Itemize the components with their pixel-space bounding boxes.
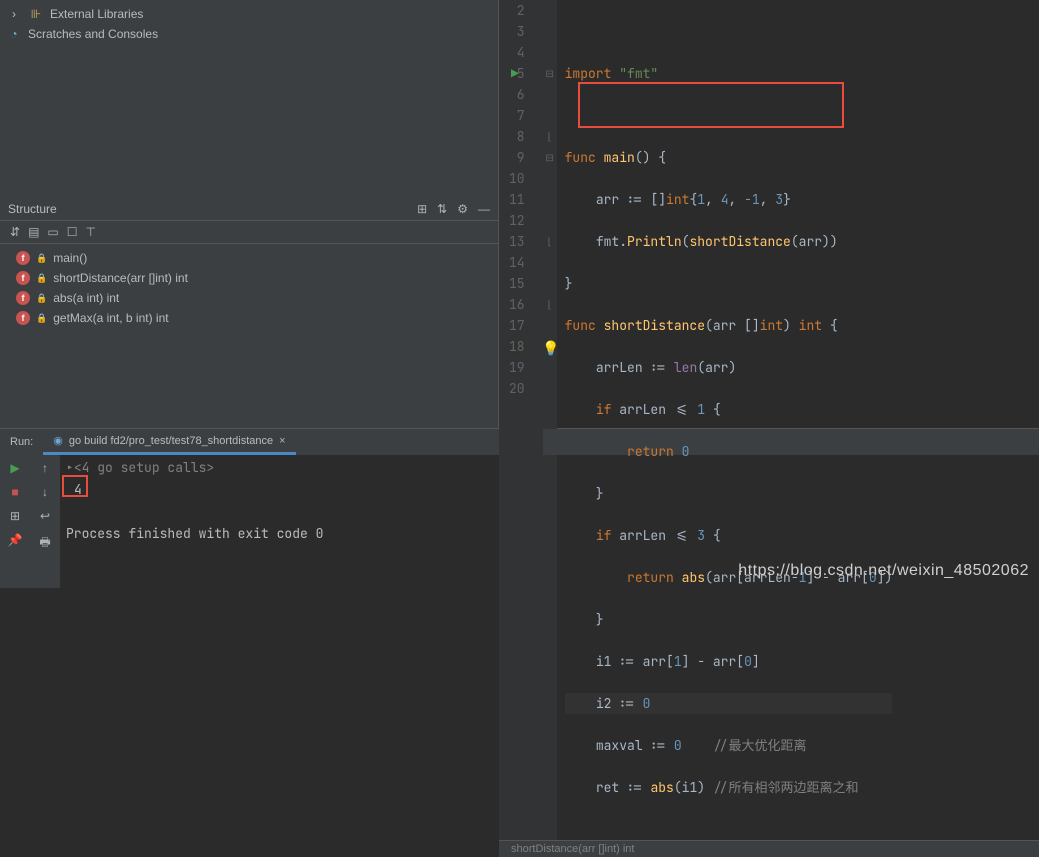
layout-icon[interactable]: ⊞ [10, 509, 20, 523]
up-icon[interactable]: ↑ [42, 461, 48, 475]
structure-panel: Structure ⊞ ⇅ ⚙ — ⇵ ▤ ▭ ☐ ⊤ f 🔒 ma [0, 198, 498, 332]
scratches-item[interactable]: ◔ Scratches and Consoles [0, 24, 498, 44]
structure-item-main[interactable]: f 🔒 main() [0, 248, 498, 268]
expand-icon[interactable]: ⇅ [437, 202, 447, 216]
structure-item-getmax[interactable]: f 🔒 getMax(a int, b int) int [0, 308, 498, 328]
structure-header: Structure ⊞ ⇅ ⚙ — [0, 198, 498, 221]
lock-icon: 🔒 [36, 273, 47, 284]
close-icon[interactable]: × [279, 435, 285, 447]
structure-list: f 🔒 main() f 🔒 shortDistance(arr []int) … [0, 244, 498, 332]
watermark: https://blog.csdn.net/weixin_48502062 [738, 562, 1029, 580]
module-icon[interactable]: ☐ [67, 225, 78, 239]
run-tab[interactable]: ◉ go build fd2/pro_test/test78_shortdist… [43, 429, 295, 455]
print-icon[interactable]: 🖶 [39, 533, 50, 554]
run-tool-column: ▶ ■ ⊞ 📌 [0, 455, 30, 588]
caret-icon[interactable]: ▸ [66, 459, 74, 476]
external-libraries-label: External Libraries [50, 7, 143, 21]
structure-item-label: main() [53, 251, 87, 265]
structure-item-label: abs(a int) int [53, 291, 119, 305]
lock-icon: 🔒 [36, 253, 47, 264]
gutter[interactable]: 234 ▶5 6789 10111213 14151617 181920 [499, 0, 543, 840]
structure-toolbar: ⇵ ▤ ▭ ☐ ⊤ [0, 221, 498, 244]
gear-icon[interactable]: ⚙ [457, 202, 468, 216]
function-icon: f [16, 271, 30, 285]
library-icon: ⊪ [28, 6, 44, 22]
console-setup: <4 go setup calls> [74, 459, 214, 476]
lock-icon: 🔒 [36, 293, 47, 304]
chevron-right-icon: › [6, 6, 22, 22]
fold-column[interactable]: ⊟⌊ ⊟ ⌊⌊ [543, 0, 557, 840]
minimize-icon[interactable]: — [478, 202, 490, 216]
structure-item-abs[interactable]: f 🔒 abs(a int) int [0, 288, 498, 308]
folder-icon[interactable]: ▭ [47, 225, 58, 239]
pin-icon[interactable]: 📌 [8, 533, 23, 547]
run-tab-label: go build fd2/pro_test/test78_shortdistan… [69, 435, 273, 447]
structure-item-label: getMax(a int, b int) int [53, 311, 168, 325]
project-tree: › ⊪ External Libraries ◔ Scratches and C… [0, 0, 498, 48]
scratches-icon: ◔ [6, 26, 22, 42]
structure-title: Structure [8, 202, 57, 216]
scratches-label: Scratches and Consoles [28, 27, 158, 41]
breadcrumb[interactable]: shortDistance(arr []int) int [499, 840, 1039, 857]
function-icon: f [16, 291, 30, 305]
tree-icon[interactable]: ⊤ [86, 225, 96, 239]
structure-item-label: shortDistance(arr []int) int [53, 271, 188, 285]
code-content[interactable]: import "fmt" func main() { arr := []int{… [557, 0, 893, 840]
function-icon: f [16, 311, 30, 325]
left-panel: › ⊪ External Libraries ◔ Scratches and C… [0, 0, 498, 428]
go-icon: ◉ [53, 434, 63, 447]
down-icon[interactable]: ↓ [42, 485, 48, 499]
rerun-icon[interactable]: ▶ [10, 461, 19, 475]
run-tool-column2: ↑ ↓ ↩ 🖶 [30, 455, 60, 588]
run-gutter-icon[interactable]: ▶ [511, 63, 519, 84]
run-label: Run: [0, 436, 43, 448]
console-exit: Process finished with exit code 0 [66, 525, 323, 542]
function-icon: f [16, 251, 30, 265]
structure-item-shortdistance[interactable]: f 🔒 shortDistance(arr []int) int [0, 268, 498, 288]
console-output: 4 [74, 481, 82, 498]
external-libraries-item[interactable]: › ⊪ External Libraries [0, 4, 498, 24]
layout-icon[interactable]: ⊞ [417, 202, 427, 216]
intention-bulb-icon[interactable]: 💡 [542, 340, 559, 357]
wrap-icon[interactable]: ↩ [40, 509, 50, 523]
breadcrumb-label: shortDistance(arr []int) int [511, 843, 634, 855]
sort-az-icon[interactable]: ⇵ [10, 225, 20, 239]
filter-icon[interactable]: ▤ [28, 225, 39, 239]
stop-icon[interactable]: ■ [11, 485, 18, 499]
lock-icon: 🔒 [36, 313, 47, 324]
editor[interactable]: 234 ▶5 6789 10111213 14151617 181920 ⊟⌊ … [499, 0, 1039, 428]
